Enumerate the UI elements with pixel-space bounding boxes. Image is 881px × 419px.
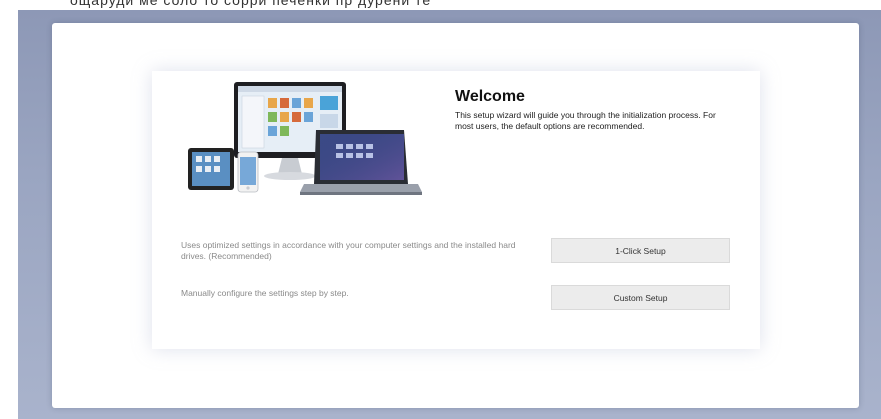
welcome-description: This setup wizard will guide you through… — [455, 110, 716, 131]
custom-setup-description: Manually configure the settings step by … — [181, 288, 349, 298]
cropped-header-strip: ощаруди ме соло то сорри печенки пр дуре… — [0, 0, 881, 10]
custom-setup-button[interactable]: Custom Setup — [551, 285, 730, 310]
one-click-setup-button[interactable]: 1-Click Setup — [551, 238, 730, 263]
devices-illustration-icon — [188, 82, 422, 195]
one-click-setup-description: Uses optimized settings in accordance wi… — [181, 240, 516, 261]
welcome-title: Welcome — [455, 88, 525, 105]
cropped-header-text: ощаруди ме соло то сорри печенки пр дуре… — [70, 0, 432, 8]
